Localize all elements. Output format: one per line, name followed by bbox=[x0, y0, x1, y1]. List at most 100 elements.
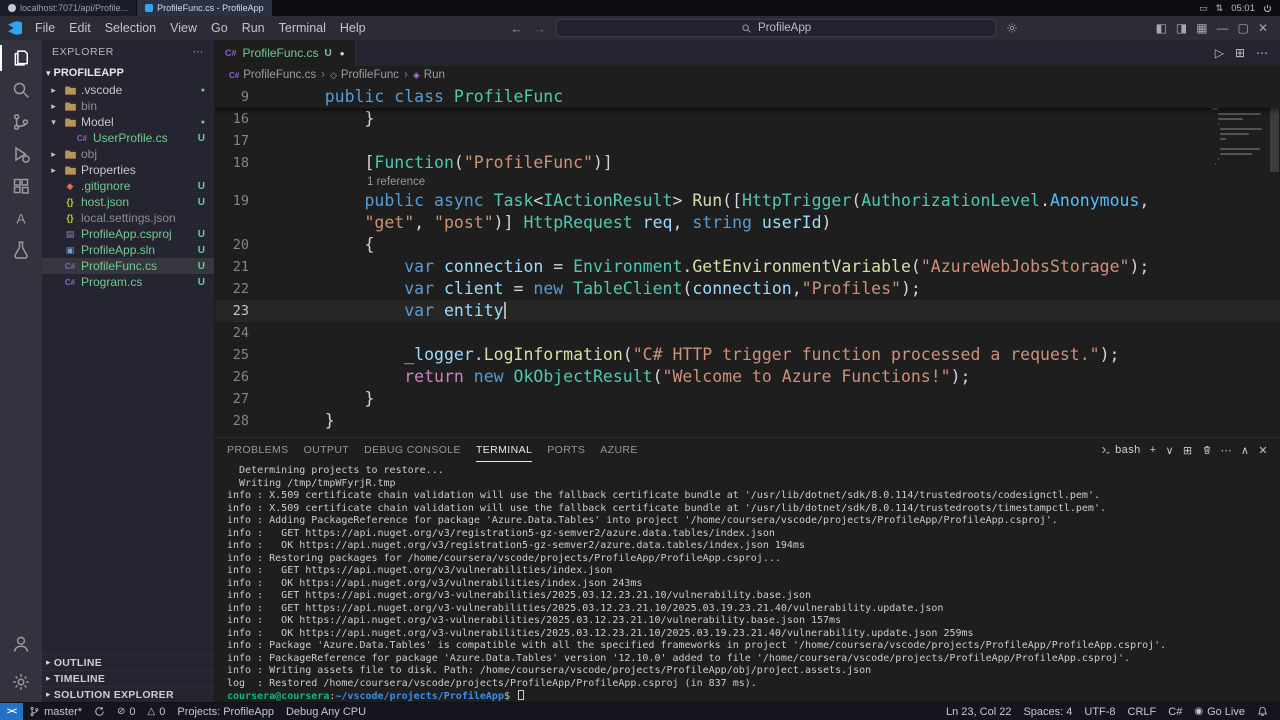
tree-item-Program.cs[interactable]: C#Program.csU bbox=[42, 274, 214, 290]
code-line: 25 _logger.LogInformation("C# HTTP trigg… bbox=[215, 344, 1280, 366]
nav-forward-icon[interactable]: → bbox=[533, 21, 546, 36]
git-untracked-badge: U bbox=[325, 48, 332, 59]
source-control-icon[interactable] bbox=[0, 106, 42, 138]
panel-tab-ports[interactable]: PORTS bbox=[547, 438, 585, 462]
panel-tab-problems[interactable]: PROBLEMS bbox=[227, 438, 289, 462]
project-root-row[interactable]: ▾ PROFILEAPP bbox=[42, 64, 214, 82]
file-label: UserProfile.cs bbox=[93, 131, 168, 145]
terminal-line: info : X.509 certificate chain validatio… bbox=[227, 503, 1280, 516]
breadcrumb-item-Run[interactable]: ◈Run bbox=[413, 69, 445, 81]
toggle-primary-sidebar-icon[interactable]: ◧ bbox=[1156, 21, 1167, 35]
status-item-0[interactable]: ⊘0 bbox=[111, 703, 142, 720]
search-sidebar-icon[interactable] bbox=[0, 74, 42, 106]
menu-edit[interactable]: Edit bbox=[62, 19, 98, 37]
testing-beaker-icon[interactable] bbox=[0, 234, 42, 266]
shell-selector[interactable]: bash bbox=[1101, 444, 1140, 456]
explorer-icon[interactable] bbox=[0, 42, 42, 74]
taskbar-window-vscode[interactable]: ProfileFunc.cs - ProfileApp bbox=[137, 0, 273, 16]
menu-help[interactable]: Help bbox=[333, 19, 373, 37]
toggle-panel-icon[interactable]: ◨ bbox=[1176, 21, 1187, 35]
menu-go[interactable]: Go bbox=[204, 19, 235, 37]
status-item-projects-profileapp[interactable]: Projects: ProfileApp bbox=[171, 703, 280, 720]
terminal-output[interactable]: Determining projects to restore... Writi… bbox=[215, 462, 1280, 702]
code-editor[interactable]: 9 public class ProfileFunc16 }1718 [Func… bbox=[215, 84, 1280, 437]
run-debug-icon[interactable] bbox=[0, 138, 42, 170]
menu-file[interactable]: File bbox=[28, 19, 62, 37]
tree-item-ProfileApp.sln[interactable]: ▣ProfileApp.slnU bbox=[42, 242, 214, 258]
remote-window-indicator[interactable]: >< bbox=[0, 703, 23, 720]
chevron-down-icon[interactable]: ∨ bbox=[1165, 444, 1173, 457]
network-icon[interactable]: ⇅ bbox=[1216, 3, 1224, 14]
command-center-search[interactable]: ProfileApp bbox=[556, 19, 996, 37]
status-label: Ln 23, Col 22 bbox=[946, 706, 1011, 718]
more-actions-icon[interactable]: ⋯ bbox=[193, 46, 204, 58]
azure-icon[interactable]: A bbox=[0, 202, 42, 234]
tree-item-host.json[interactable]: {}host.jsonU bbox=[42, 194, 214, 210]
tree-item-.vscode[interactable]: ▸.vscode● bbox=[42, 82, 214, 98]
status-item-sync[interactable] bbox=[88, 703, 111, 720]
taskbar-window-browser[interactable]: localhost:7071/api/Profile... bbox=[0, 0, 137, 16]
settings-gear-icon[interactable] bbox=[1006, 22, 1018, 34]
panel-tab-debug-console[interactable]: DEBUG CONSOLE bbox=[364, 438, 461, 462]
status-item-ln-23-col-22[interactable]: Ln 23, Col 22 bbox=[940, 703, 1017, 720]
terminal-line: Writing /tmp/tmpWFyrjR.tmp bbox=[227, 478, 1280, 491]
status-item-debug-any-cpu[interactable]: Debug Any CPU bbox=[280, 703, 372, 720]
close-panel-icon[interactable]: ✕ bbox=[1258, 444, 1268, 457]
tree-item-bin[interactable]: ▸bin bbox=[42, 98, 214, 114]
git-untracked-badge: U bbox=[198, 229, 205, 240]
window-minimize-icon[interactable]: — bbox=[1217, 21, 1229, 35]
nav-back-icon[interactable]: ← bbox=[510, 21, 523, 36]
manage-gear-icon[interactable] bbox=[0, 666, 42, 698]
display-icon[interactable]: ▭ bbox=[1199, 3, 1208, 14]
split-editor-icon[interactable]: ⊞ bbox=[1235, 46, 1245, 60]
breadcrumb-item-ProfileFunc.cs[interactable]: C#ProfileFunc.cs bbox=[229, 69, 316, 81]
status-item-utf-8[interactable]: UTF-8 bbox=[1078, 703, 1121, 720]
status-item-go-live[interactable]: ◉Go Live bbox=[1188, 703, 1251, 720]
new-terminal-icon[interactable]: + bbox=[1150, 444, 1157, 456]
section-solution-explorer[interactable]: ▸SOLUTION EXPLORER bbox=[42, 686, 214, 702]
status-item-c-[interactable]: C# bbox=[1162, 703, 1188, 720]
search-icon bbox=[741, 23, 752, 34]
breadcrumb-item-ProfileFunc[interactable]: ◇ProfileFunc bbox=[330, 69, 399, 81]
panel-tab-output[interactable]: OUTPUT bbox=[304, 438, 350, 462]
panel-tab-terminal[interactable]: TERMINAL bbox=[476, 438, 532, 462]
maximize-panel-icon[interactable]: ∧ bbox=[1241, 444, 1249, 457]
line-number: 27 bbox=[215, 388, 263, 410]
tree-item-.gitignore[interactable]: ◆.gitignoreU bbox=[42, 178, 214, 194]
kill-terminal-icon[interactable] bbox=[1202, 445, 1212, 455]
tree-item-obj[interactable]: ▸obj bbox=[42, 146, 214, 162]
section-timeline[interactable]: ▸TIMELINE bbox=[42, 670, 214, 686]
account-icon[interactable] bbox=[0, 628, 42, 660]
power-icon[interactable] bbox=[1263, 4, 1272, 13]
menu-run[interactable]: Run bbox=[235, 19, 272, 37]
tree-item-ProfileApp.csproj[interactable]: ▤ProfileApp.csprojU bbox=[42, 226, 214, 242]
tree-item-Properties[interactable]: ▸Properties bbox=[42, 162, 214, 178]
chevron-down-icon: ▾ bbox=[46, 68, 51, 79]
extensions-icon[interactable] bbox=[0, 170, 42, 202]
customize-layout-icon[interactable]: ▦ bbox=[1196, 21, 1207, 35]
status-item-spaces-4[interactable]: Spaces: 4 bbox=[1017, 703, 1078, 720]
tree-item-UserProfile.cs[interactable]: C#UserProfile.csU bbox=[42, 130, 214, 146]
run-button[interactable]: ▷ bbox=[1215, 46, 1224, 60]
tree-item-local.settings.json[interactable]: {}local.settings.json bbox=[42, 210, 214, 226]
menu-view[interactable]: View bbox=[163, 19, 204, 37]
status-label: C# bbox=[1168, 706, 1182, 718]
window-close-icon[interactable]: ✕ bbox=[1258, 21, 1268, 35]
status-item-0[interactable]: △0 bbox=[142, 703, 172, 720]
split-terminal-icon[interactable]: ⊞ bbox=[1183, 444, 1193, 457]
window-title: localhost:7071/api/Profile... bbox=[20, 3, 128, 13]
panel-more-actions-icon[interactable]: ⋯ bbox=[1221, 444, 1232, 457]
editor-more-actions-icon[interactable]: ⋯ bbox=[1256, 46, 1268, 60]
status-item-bell[interactable] bbox=[1251, 703, 1274, 720]
tab-profilefunc[interactable]: C# ProfileFunc.cs U ● bbox=[215, 40, 356, 66]
panel-tab-azure[interactable]: AZURE bbox=[600, 438, 638, 462]
tree-item-ProfileFunc.cs[interactable]: C#ProfileFunc.csU bbox=[42, 258, 214, 274]
menu-terminal[interactable]: Terminal bbox=[272, 19, 333, 37]
status-item-master-[interactable]: master* bbox=[23, 703, 88, 720]
dirty-dot-icon[interactable]: ● bbox=[340, 49, 345, 58]
tree-item-Model[interactable]: ▾Model● bbox=[42, 114, 214, 130]
section-outline[interactable]: ▸OUTLINE bbox=[42, 654, 214, 670]
menu-selection[interactable]: Selection bbox=[98, 19, 163, 37]
status-item-crlf[interactable]: CRLF bbox=[1122, 703, 1163, 720]
window-maximize-icon[interactable]: ▢ bbox=[1238, 21, 1249, 35]
